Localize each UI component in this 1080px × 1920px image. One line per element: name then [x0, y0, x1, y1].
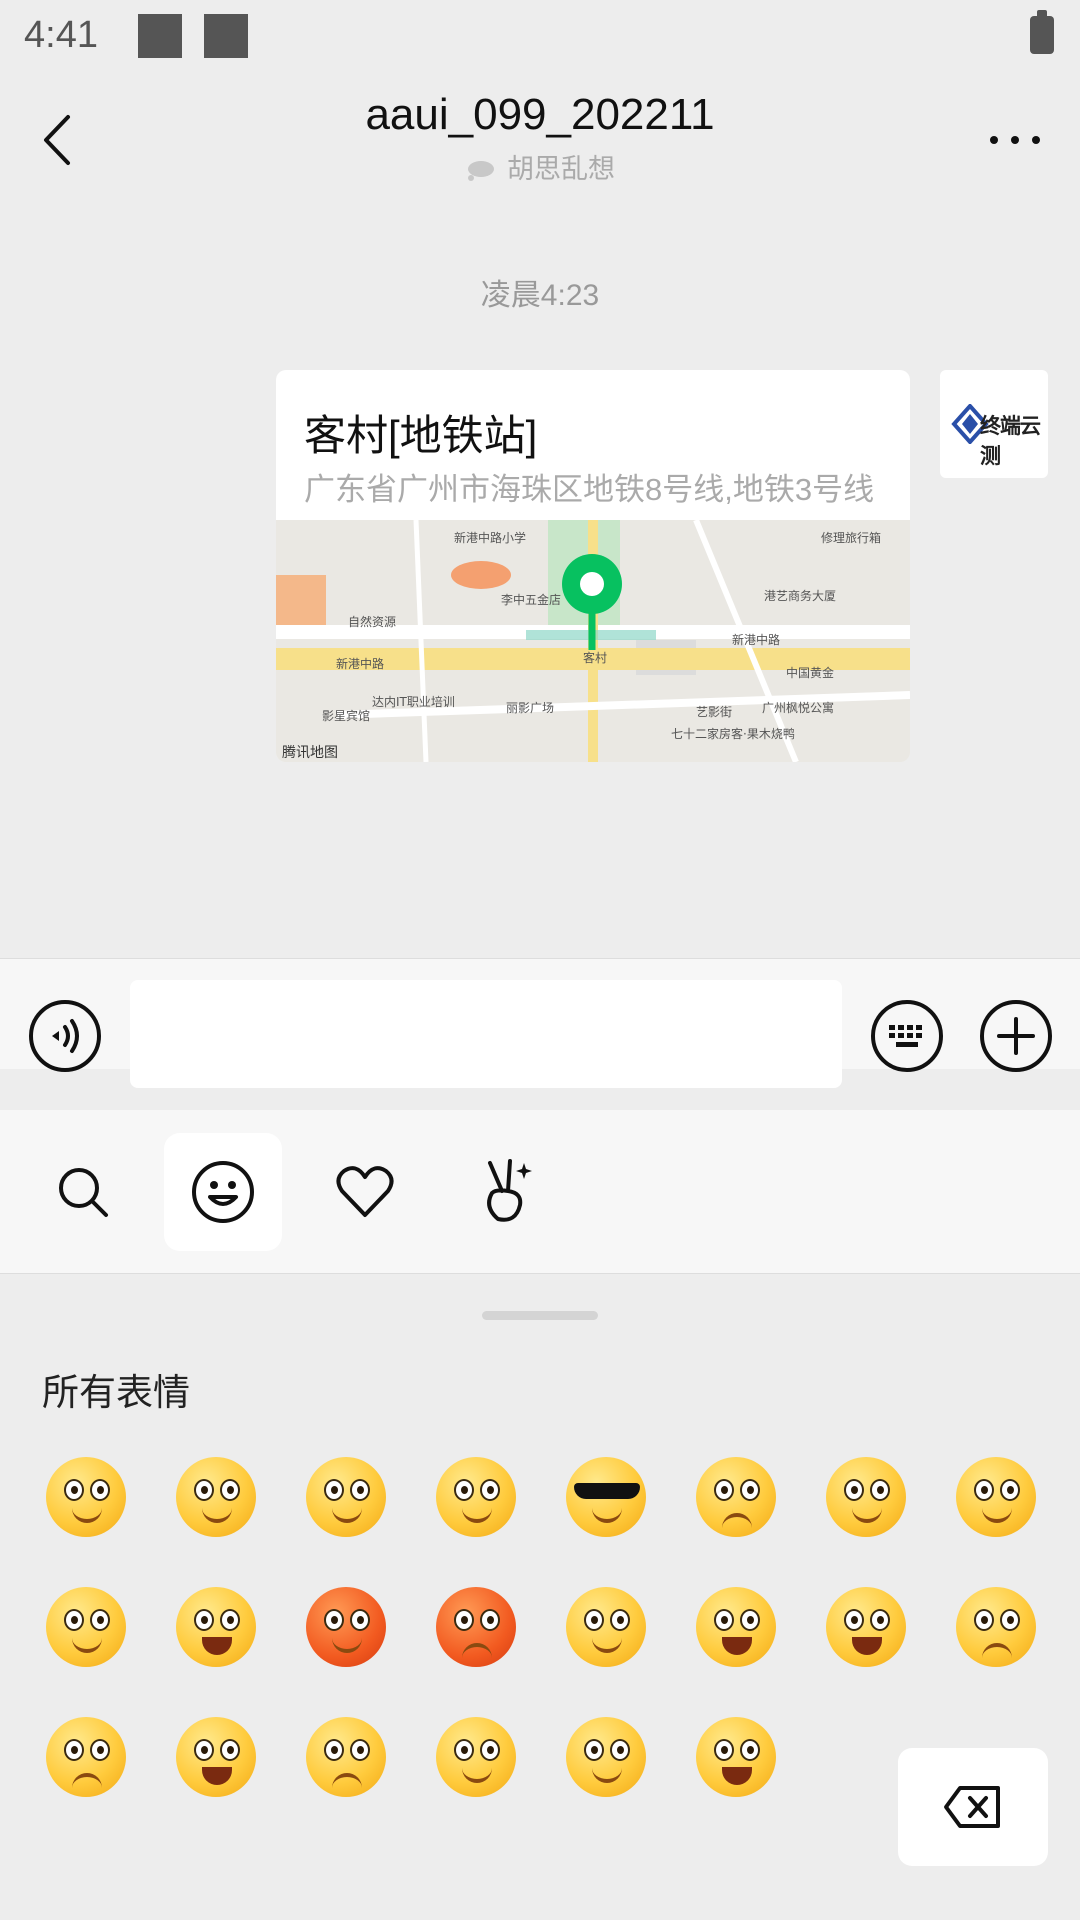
plus-button[interactable] [979, 999, 1053, 1073]
notification-icon [204, 14, 248, 58]
map-label: 新港中路小学 [454, 530, 526, 545]
chat-status: 胡思乱想 [0, 147, 1080, 186]
panel-title: 所有表情 [42, 1372, 190, 1413]
location-address: 广东省广州市海珠区地铁8号线,地铁3号线 [304, 472, 875, 507]
status-text: 胡思乱想 [507, 154, 615, 184]
map-label: 广州枫悦公寓 [762, 700, 834, 715]
tab-stickers[interactable] [446, 1133, 564, 1251]
map-image: 新港中路小学 修理旅行箱 李中五金店 港艺商务大厦 新港中路 新港中路 客村 中… [276, 518, 910, 762]
map-label: 丽影广场 [506, 701, 554, 715]
shocked-emoji[interactable] [694, 1715, 778, 1799]
message-input[interactable] [130, 980, 842, 1088]
voice-button[interactable] [28, 999, 102, 1073]
keyboard-icon [871, 1000, 943, 1072]
voice-icon [29, 1000, 101, 1072]
tab-favorites[interactable] [306, 1133, 424, 1251]
location-message[interactable]: 客村[地铁站] 广东省广州市海珠区地铁8号线,地铁3号线 新港中路小学 修理旅行… [276, 370, 910, 762]
smiley-icon [192, 1161, 254, 1223]
more-dots-icon [990, 136, 1040, 144]
happy-emoji[interactable] [564, 1715, 648, 1799]
map-label: 港艺商务大厦 [764, 588, 836, 603]
more-button[interactable] [980, 120, 1050, 160]
silent-emoji[interactable] [954, 1455, 1038, 1539]
surprised-emoji[interactable] [824, 1585, 908, 1669]
map-label: 艺影街 [696, 705, 732, 719]
sad-emoji[interactable] [954, 1585, 1038, 1669]
map-label: 新港中路 [336, 656, 384, 671]
drag-handle[interactable] [482, 1311, 598, 1320]
delete-button[interactable] [898, 1748, 1048, 1866]
backspace-icon [944, 1786, 1000, 1828]
notification-icon [138, 14, 182, 58]
victory-hand-icon [487, 1159, 532, 1222]
tab-search[interactable] [24, 1133, 142, 1251]
grin-cry-emoji[interactable] [174, 1585, 258, 1669]
status-time: 4:41 [24, 14, 98, 56]
heart-icon [336, 1166, 394, 1217]
laugh-cry-emoji[interactable] [174, 1715, 258, 1799]
avatar[interactable]: 终端云测 [940, 370, 1048, 478]
facepalm-emoji[interactable] [434, 1715, 518, 1799]
search-icon [59, 1168, 108, 1217]
map-label: 客村 [583, 650, 607, 665]
blush-worried-emoji[interactable] [174, 1455, 258, 1539]
message-timestamp: 凌晨4:23 [480, 279, 600, 312]
map-label: 自然资源 [348, 614, 396, 629]
big-grin-emoji[interactable] [694, 1585, 778, 1669]
map-label: 中国黄金 [786, 665, 834, 680]
map-label: 李中五金店 [501, 592, 561, 607]
tab-emoji[interactable] [164, 1133, 282, 1251]
map-brand: 腾讯地图 [282, 744, 338, 761]
heart-eyes-emoji[interactable] [304, 1455, 388, 1539]
tongue-emoji[interactable] [564, 1585, 648, 1669]
shy-emoji[interactable] [824, 1455, 908, 1539]
red-sweat-emoji[interactable] [304, 1585, 388, 1669]
sleepy-emoji[interactable] [44, 1585, 128, 1669]
cry-emoji[interactable] [694, 1455, 778, 1539]
plus-icon [980, 1000, 1052, 1072]
map-preview: 新港中路小学 修理旅行箱 李中五金店 港艺商务大厦 新港中路 新港中路 客村 中… [276, 518, 910, 762]
battery-icon [1030, 10, 1054, 54]
avatar-text: 终端云测 [980, 415, 1041, 468]
map-label: 达内IT职业培训 [372, 694, 455, 709]
map-label: 七十二家房客·果木烧鸭 [671, 726, 795, 741]
embarrassed-emoji[interactable] [44, 1715, 128, 1799]
map-label: 影星宾馆 [322, 708, 370, 723]
chat-title: aaui_099_202211 [365, 90, 715, 139]
sunglasses-emoji[interactable] [564, 1455, 648, 1539]
keyboard-button[interactable] [870, 999, 944, 1073]
status-bubble-icon [468, 160, 494, 181]
angry-emoji[interactable] [434, 1585, 518, 1669]
map-label: 新港中路 [732, 632, 780, 647]
map-label: 修理旅行箱 [821, 530, 881, 545]
dizzy-emoji[interactable] [434, 1455, 518, 1539]
location-name: 客村[地铁站] [304, 412, 538, 459]
smile-emoji[interactable] [44, 1455, 128, 1539]
sick-emoji[interactable] [304, 1715, 388, 1799]
